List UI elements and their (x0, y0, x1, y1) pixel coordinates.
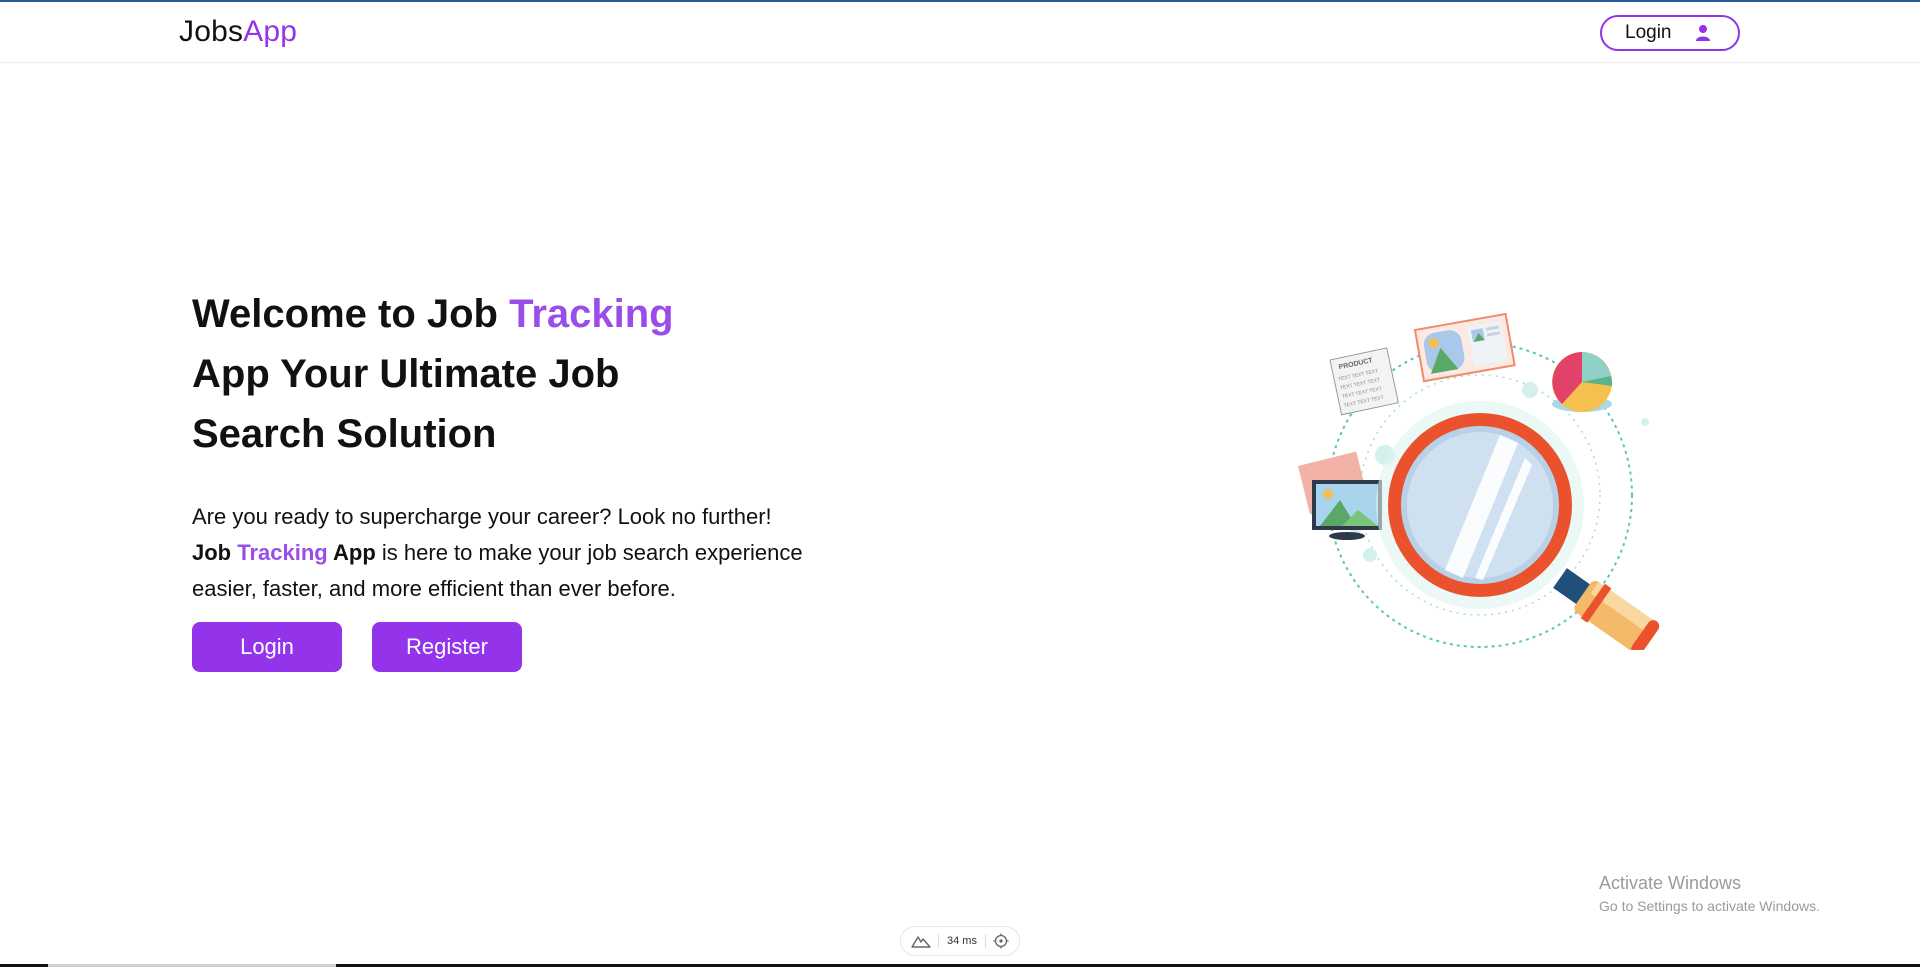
magnifier-icon (1376, 401, 1660, 650)
pie-chart-icon (1552, 352, 1613, 412)
hero-text-accent: Tracking (237, 540, 328, 565)
hero-login-button[interactable]: Login (192, 622, 342, 672)
inspect-target-icon[interactable] (993, 933, 1009, 949)
devtools-bar[interactable]: 34 ms (900, 926, 1020, 956)
devbar-divider (938, 934, 940, 948)
product-card: PRODUCT TEXT TEXT TEXT TEXT TEXT TEXT TE… (1329, 347, 1399, 416)
hero-title-part2: App Your Ultimate Job (192, 352, 620, 396)
hero-description: Are you ready to supercharge your career… (192, 499, 872, 607)
hero-title-part1: Welcome to Job (192, 292, 510, 336)
hero-title-accent: Tracking (509, 292, 674, 336)
nuxt-logo-icon[interactable] (911, 934, 931, 948)
nav-login-label: Login (1625, 22, 1672, 43)
logo-text-app: App (243, 15, 298, 48)
user-icon (1696, 25, 1710, 41)
hero-text-line3: easier, faster, and more efficient than … (192, 576, 676, 601)
hero-text-line2: is here to make your job search experien… (375, 540, 803, 565)
bubble-dot (1641, 418, 1649, 426)
hero-title-part3: Search Solution (192, 412, 497, 456)
nav-login-button[interactable]: Login (1600, 15, 1740, 51)
app-logo[interactable]: JobsApp (179, 15, 297, 49)
hero-title: Welcome to Job Tracking App Your Ultimat… (192, 284, 752, 464)
hero-text-line1: Are you ready to supercharge your career… (192, 504, 772, 529)
picture-frame-front (1312, 480, 1382, 540)
bubble-dot (1363, 548, 1377, 562)
hero-text-bold2: App (327, 540, 376, 565)
devbar-divider (984, 934, 986, 948)
navbar: JobsApp Login (0, 2, 1920, 63)
windows-activation-watermark: Activate Windows Go to Settings to activ… (1599, 872, 1820, 916)
job-search-illustration: PRODUCT TEXT TEXT TEXT TEXT TEXT TEXT TE… (1298, 312, 1660, 650)
logo-text-jobs: Jobs (179, 15, 244, 48)
hero-register-button[interactable]: Register (372, 622, 522, 672)
bubble-dot (1522, 382, 1538, 398)
devbar-timing: 34 ms (946, 935, 977, 947)
watermark-title: Activate Windows (1599, 873, 1742, 893)
hero-text-bold1: Job (192, 540, 238, 565)
watermark-subtitle: Go to Settings to activate Windows. (1599, 898, 1820, 914)
photo-cards-top (1413, 312, 1516, 383)
